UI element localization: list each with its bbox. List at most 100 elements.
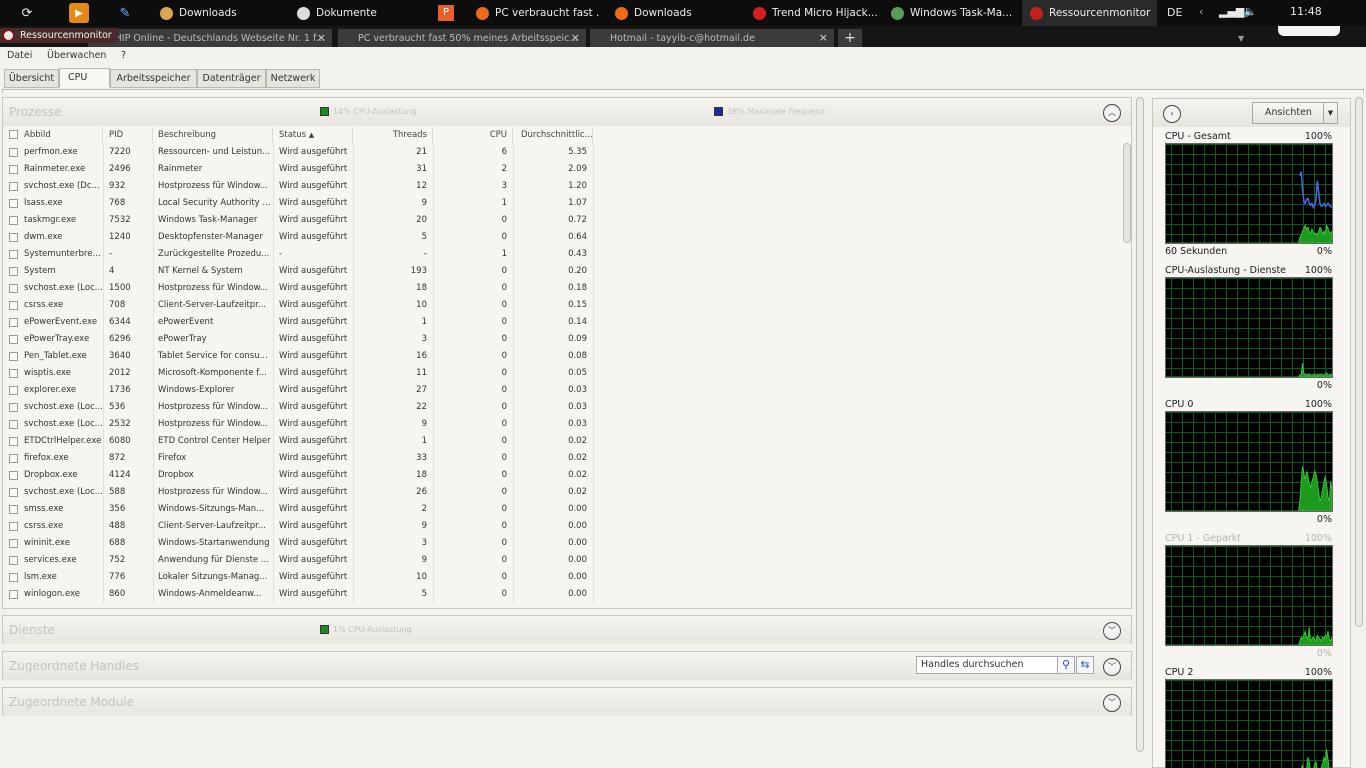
menu-help[interactable]: ? (121, 50, 126, 61)
cell-status: Wird ausgeführt (279, 368, 348, 378)
collapse-button[interactable]: ︿ (1103, 104, 1121, 122)
chevron-down-icon[interactable]: ▼ (1238, 34, 1244, 43)
table-row[interactable]: ETDCtrlHelper.exe 6080 ETD Control Center … (3, 433, 1120, 450)
close-icon[interactable]: × (317, 31, 326, 44)
tab-datentraeger[interactable]: Datenträger (197, 69, 266, 88)
clock[interactable]: 11:48 (1290, 5, 1322, 18)
new-tab-button[interactable]: + (838, 29, 862, 47)
table-row[interactable]: svchost.exe (Loc... 1500 Hostprozess für W… (3, 280, 1120, 297)
cell-pid: 536 (109, 402, 126, 412)
expand-button[interactable]: ﹀ (1103, 658, 1121, 676)
signal-icon[interactable]: ▂▄▆ (1219, 5, 1244, 18)
browser-tab[interactable]: PC verbraucht fast 50% meines Arbeitsspe… (338, 29, 586, 47)
main-scrollbar[interactable] (1135, 97, 1145, 768)
views-dropdown[interactable]: Ansichten ▼ (1252, 102, 1338, 124)
process-scrollbar[interactable] (1122, 142, 1132, 602)
table-row[interactable]: svchost.exe (Loc... 2532 Hostprozess für W… (3, 416, 1120, 433)
table-row[interactable]: explorer.exe 1736 Windows-Explorer Wird aus… (3, 382, 1120, 399)
table-row[interactable]: firefox.exe 872 Firefox Wird ausgeführt 33 0 0… (3, 450, 1120, 467)
cell-pid: 776 (109, 572, 126, 582)
browser-tab[interactable]: CHIP Online - Deutschlands Webseite Nr. … (88, 29, 332, 47)
column-header-beschreibung[interactable]: Beschreibung (153, 127, 273, 144)
tab-arbeitsspeicher[interactable]: Arbeitsspeicher (110, 69, 197, 88)
cell-cpu: 0 (501, 351, 507, 361)
taskbar-task[interactable]: Trend Micro Hijack... (745, 0, 877, 26)
table-row[interactable]: Rainmeter.exe 2496 Rainmeter Wird ausgeführ… (3, 161, 1120, 178)
browser-tab[interactable]: Hotmail - tayyib-c@hotmail.de × (590, 29, 834, 47)
table-row[interactable]: lsass.exe 768 Local Security Authority ...… (3, 195, 1120, 212)
cell-status: Wird ausgeführt (279, 453, 348, 463)
graph-min-label: 0% (1316, 380, 1332, 391)
close-icon[interactable]: × (819, 31, 828, 44)
menu-datei[interactable]: Datei (7, 50, 32, 61)
tab-netzwerk[interactable]: Netzwerk (266, 69, 320, 88)
taskbar-task[interactable]: PC verbraucht fast ... (468, 0, 600, 26)
scrollbar-thumb[interactable] (1355, 97, 1363, 627)
cell-abbild: csrss.exe (24, 521, 64, 531)
table-row[interactable]: svchost.exe (Loc... 536 Hostprozess für Wi… (3, 399, 1120, 416)
table-row[interactable]: ePowerEvent.exe 6344 ePowerEvent Wird ausge… (3, 314, 1120, 331)
scrollbar-thumb[interactable] (1136, 97, 1144, 752)
table-row[interactable]: svchost.exe (Dc... 932 Hostprozess für Win… (3, 178, 1120, 195)
table-row[interactable]: ePowerTray.exe 6296 ePowerTray Wird ausgefü… (3, 331, 1120, 348)
table-row[interactable]: services.exe 752 Anwendung für Dienste ...… (3, 552, 1120, 569)
cell-threads: 1 (421, 317, 427, 327)
column-header-cpu[interactable]: CPU (433, 127, 513, 144)
table-row[interactable]: Pen_Tablet.exe 3640 Tablet Service for con… (3, 348, 1120, 365)
graphs-scrollbar[interactable] (1354, 97, 1364, 768)
language-indicator[interactable]: DE (1167, 6, 1182, 19)
refresh-icon[interactable]: ⟳ (17, 3, 37, 23)
cell-cpu: 0 (501, 402, 507, 412)
table-row[interactable]: wisptis.exe 2012 Microsoft-Komponente f...… (3, 365, 1120, 382)
handles-header[interactable]: Zugeordnete Handles Handles durchsuchen … (3, 652, 1131, 680)
expand-button[interactable]: ﹀ (1103, 622, 1121, 640)
taskbar-task[interactable]: Ressourcenmonitor (1022, 0, 1157, 26)
table-row[interactable]: perfmon.exe 7220 Ressourcen- und Leistun..… (3, 144, 1120, 161)
table-row[interactable]: csrss.exe 488 Client-Server-Laufzeitpr... W… (3, 518, 1120, 535)
scrollbar-thumb[interactable] (1123, 143, 1131, 243)
column-header-threads[interactable]: Threads (353, 127, 433, 144)
menu-ueberwachen[interactable]: Überwachen (47, 50, 106, 61)
media-player-icon[interactable]: ▶ (69, 3, 89, 23)
tab-uebersicht[interactable]: Übersicht (4, 69, 59, 88)
taskbar-task[interactable]: Downloads (607, 0, 739, 26)
services-header[interactable]: Dienste 1% CPU-Auslastung ﹀ (3, 616, 1131, 644)
cell-abbild: System (24, 266, 56, 276)
close-icon[interactable]: × (571, 31, 580, 44)
cell-threads: 31 (416, 164, 427, 174)
column-header-pid[interactable]: PID (103, 127, 153, 144)
table-row[interactable]: Systemunterbre... - Zurückgestellte Prozed… (3, 246, 1120, 263)
column-header-status[interactable]: Status ▲ (273, 127, 353, 144)
tab-cpu[interactable]: CPU (59, 68, 110, 88)
expand-button[interactable]: ﹀ (1103, 694, 1121, 712)
cell-threads: 2 (421, 504, 427, 514)
taskbar-task[interactable]: Windows Task-Ma... (883, 0, 1015, 26)
handles-search-input[interactable]: Handles durchsuchen (916, 656, 1058, 674)
tray-chevron-icon[interactable]: ‹ (1199, 5, 1203, 18)
table-row[interactable]: smss.exe 356 Windows-Sitzungs-Man... Wird a… (3, 501, 1120, 518)
column-header-abbild[interactable]: Abbild (3, 127, 103, 144)
table-row[interactable]: dwm.exe 1240 Desktopfenster-Manager Wird au… (3, 229, 1120, 246)
processes-header[interactable]: Prozesse 14% CPU-Auslastung 38% Maximale… (3, 98, 1131, 126)
table-row[interactable]: csrss.exe 708 Client-Server-Laufzeitpr... W… (3, 297, 1120, 314)
taskbar-app-powerpoint[interactable]: P (430, 0, 460, 26)
expand-pane-button[interactable]: › (1163, 105, 1181, 123)
cell-pid: 688 (109, 538, 126, 548)
table-row[interactable]: winlogon.exe 860 Windows-Anmeldeanw... Wird… (3, 586, 1120, 603)
table-row[interactable]: svchost.exe (Loc... 588 Hostprozess für Wi… (3, 484, 1120, 501)
table-row[interactable]: lsm.exe 776 Lokaler Sitzungs-Manag... Wird … (3, 569, 1120, 586)
search-icon[interactable]: ⚲ (1057, 656, 1075, 674)
taskbar-task[interactable]: Downloads (152, 0, 284, 26)
column-header-durchschnitt[interactable]: Durchschnittlic... (513, 127, 593, 144)
refresh-search-icon[interactable]: ⇆ (1076, 656, 1094, 674)
modules-header[interactable]: Zugeordnete Module ﹀ (3, 688, 1131, 716)
chevron-down-icon[interactable]: ▼ (1323, 103, 1337, 123)
table-row[interactable]: wininit.exe 688 Windows-Startanwendung Wird… (3, 535, 1120, 552)
window-controls[interactable] (1278, 26, 1340, 36)
tools-icon[interactable]: ✎ (115, 3, 135, 23)
volume-icon[interactable]: 🔈 (1243, 5, 1257, 18)
table-row[interactable]: System 4 NT Kernel & System Wird ausgeführt… (3, 263, 1120, 280)
table-row[interactable]: Dropbox.exe 4124 Dropbox Wird ausgeführt 18 0… (3, 467, 1120, 484)
table-row[interactable]: taskmgr.exe 7532 Windows Task-Manager Wird … (3, 212, 1120, 229)
taskbar-task[interactable]: Dokumente (289, 0, 417, 26)
